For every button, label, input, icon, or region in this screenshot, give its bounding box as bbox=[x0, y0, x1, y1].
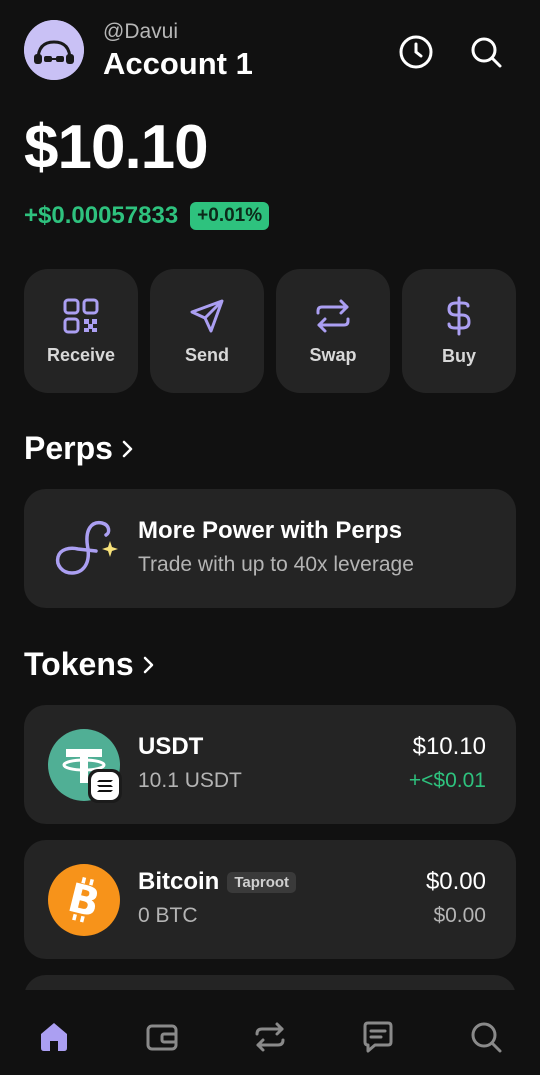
balance-change: +$0.00057833 +0.01% bbox=[24, 202, 270, 230]
history-clock-icon[interactable] bbox=[396, 32, 436, 72]
total-balance: $10.10 bbox=[24, 113, 209, 182]
receive-button[interactable]: Receive bbox=[24, 269, 138, 393]
perps-promo-card[interactable]: More Power with Perps Trade with up to 4… bbox=[24, 489, 516, 608]
buy-button[interactable]: Buy bbox=[402, 269, 516, 393]
account-handle: @Davui bbox=[103, 20, 179, 43]
token-row-bitcoin[interactable]: B Bitcoin Taproot 0 BTC $0.00 $0.00 bbox=[24, 840, 516, 959]
paper-plane-icon bbox=[190, 299, 224, 332]
swap-icon[interactable] bbox=[240, 1007, 300, 1067]
tokens-section-title: Tokens bbox=[24, 646, 134, 682]
send-button[interactable]: Send bbox=[150, 269, 264, 393]
perps-card-subtitle: Trade with up to 40x leverage bbox=[138, 553, 414, 576]
chevron-right-icon bbox=[122, 440, 133, 457]
change-percent-badge: +0.01% bbox=[190, 202, 270, 230]
action-buttons: Receive Send Swap Buy bbox=[24, 269, 516, 393]
chevron-right-icon bbox=[143, 656, 153, 673]
token-change: $0.00 bbox=[433, 904, 486, 927]
bitcoin-logo-icon: B bbox=[48, 864, 120, 936]
tokens-section-header[interactable]: Tokens bbox=[24, 646, 158, 683]
token-change: +<$0.01 bbox=[408, 769, 486, 792]
perps-section-title: Perps bbox=[24, 430, 113, 466]
token-amount: 10.1 USDT bbox=[138, 769, 242, 792]
token-row-usdt[interactable]: USDT 10.1 USDT $10.10 +<$0.01 bbox=[24, 705, 516, 824]
receive-label: Receive bbox=[46, 344, 116, 365]
buy-label: Buy bbox=[441, 345, 476, 366]
swap-button[interactable]: Swap bbox=[276, 269, 390, 393]
perps-logo-icon bbox=[55, 520, 118, 575]
avatar[interactable] bbox=[24, 20, 84, 80]
token-value: $0.00 bbox=[425, 868, 486, 895]
token-amount: 0 BTC bbox=[138, 904, 198, 927]
account-name[interactable]: Account 1 bbox=[103, 46, 253, 82]
solana-network-badge-icon bbox=[88, 769, 122, 803]
perps-section-header[interactable]: Perps bbox=[24, 430, 137, 467]
chat-icon[interactable] bbox=[348, 1007, 408, 1067]
swap-label: Swap bbox=[309, 344, 357, 365]
home-icon[interactable] bbox=[24, 1007, 84, 1067]
search-icon[interactable] bbox=[456, 1007, 516, 1067]
change-amount: +$0.00057833 bbox=[24, 202, 179, 229]
perps-card-title: More Power with Perps bbox=[138, 517, 403, 544]
dollar-icon bbox=[447, 296, 471, 335]
token-value: $10.10 bbox=[412, 733, 486, 760]
token-name: USDT bbox=[138, 733, 204, 760]
send-label: Send bbox=[184, 344, 229, 365]
wallet-icon[interactable] bbox=[132, 1007, 192, 1067]
bottom-nav bbox=[0, 998, 540, 1075]
search-icon[interactable] bbox=[466, 32, 506, 72]
token-name: Bitcoin Taproot bbox=[138, 868, 297, 896]
taproot-badge: Taproot bbox=[227, 871, 297, 893]
swap-arrows-icon bbox=[316, 299, 350, 332]
header: @Davui Account 1 bbox=[24, 20, 516, 82]
qr-code-icon bbox=[63, 298, 99, 333]
